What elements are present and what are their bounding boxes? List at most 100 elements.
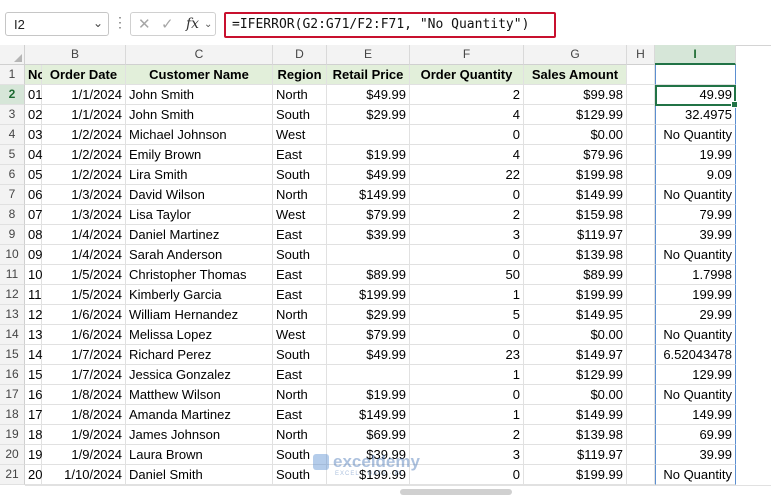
header-cell[interactable] — [627, 65, 655, 85]
cell-g[interactable]: $119.97 — [524, 225, 627, 245]
header-cell[interactable]: Order Quantity — [410, 65, 524, 85]
cell-g[interactable]: $149.99 — [524, 185, 627, 205]
cell-h[interactable] — [627, 125, 655, 145]
cell-b[interactable]: 1/3/2024 — [42, 205, 126, 225]
cell-b[interactable]: 1/8/2024 — [42, 405, 126, 425]
cell-a[interactable]: 08 — [25, 225, 42, 245]
row-header[interactable]: 19 — [0, 425, 25, 445]
cell-i[interactable]: 1.7998 — [655, 265, 736, 285]
cell-d[interactable]: South — [273, 345, 327, 365]
cell-f[interactable]: 22 — [410, 165, 524, 185]
more-options-icon[interactable]: ⋮ — [113, 14, 127, 31]
cell-f[interactable]: 23 — [410, 345, 524, 365]
cell-b[interactable]: 1/5/2024 — [42, 265, 126, 285]
check-icon[interactable]: ✓ — [161, 15, 174, 33]
cell-a[interactable]: 11 — [25, 285, 42, 305]
cell-e[interactable]: $29.99 — [327, 105, 410, 125]
cell-c[interactable]: Richard Perez — [126, 345, 273, 365]
cell-f[interactable]: 0 — [410, 465, 524, 485]
cell-d[interactable]: North — [273, 85, 327, 105]
cell-h[interactable] — [627, 145, 655, 165]
cell-b[interactable]: 1/4/2024 — [42, 245, 126, 265]
cell-c[interactable]: Kimberly Garcia — [126, 285, 273, 305]
scrollbar-thumb[interactable] — [400, 489, 512, 495]
header-cell[interactable]: Customer Name — [126, 65, 273, 85]
row-header[interactable]: 13 — [0, 305, 25, 325]
row-header[interactable]: 10 — [0, 245, 25, 265]
cell-f[interactable]: 0 — [410, 245, 524, 265]
cell-b[interactable]: 1/2/2024 — [42, 125, 126, 145]
cell-i[interactable]: No Quantity — [655, 245, 736, 265]
cell-c[interactable]: Michael Johnson — [126, 125, 273, 145]
cell-c[interactable]: Amanda Martinez — [126, 405, 273, 425]
cell-i[interactable]: 39.99 — [655, 225, 736, 245]
cell-h[interactable] — [627, 285, 655, 305]
column-header-c[interactable]: C — [126, 45, 273, 65]
cell-d[interactable]: East — [273, 405, 327, 425]
column-header-g[interactable]: G — [524, 45, 627, 65]
cell-f[interactable]: 0 — [410, 325, 524, 345]
cell-a[interactable]: 16 — [25, 385, 42, 405]
cell-g[interactable]: $0.00 — [524, 125, 627, 145]
cell-c[interactable]: Lira Smith — [126, 165, 273, 185]
cell-f[interactable]: 2 — [410, 205, 524, 225]
cell-h[interactable] — [627, 225, 655, 245]
name-box[interactable]: I2 ⌄ — [5, 12, 109, 36]
cell-e[interactable]: $39.99 — [327, 225, 410, 245]
cell-c[interactable]: Emily Brown — [126, 145, 273, 165]
cell-b[interactable]: 1/2/2024 — [42, 165, 126, 185]
header-cell[interactable]: Region — [273, 65, 327, 85]
cell-a[interactable]: 19 — [25, 445, 42, 465]
cell-i[interactable]: 149.99 — [655, 405, 736, 425]
cell-b[interactable]: 1/7/2024 — [42, 345, 126, 365]
row-header[interactable]: 8 — [0, 205, 25, 225]
cell-g[interactable]: $199.98 — [524, 165, 627, 185]
cell-a[interactable]: 17 — [25, 405, 42, 425]
cell-b[interactable]: 1/9/2024 — [42, 425, 126, 445]
cell-h[interactable] — [627, 165, 655, 185]
cell-e[interactable]: $49.99 — [327, 165, 410, 185]
cell-f[interactable]: 0 — [410, 125, 524, 145]
chevron-down-icon[interactable]: ⌄ — [204, 19, 212, 30]
cell-f[interactable]: 0 — [410, 385, 524, 405]
formula-input[interactable]: =IFERROR(G2:G71/F2:F71, "No Quantity") — [224, 12, 556, 38]
cell-i[interactable]: 6.52043478 — [655, 345, 736, 365]
cell-b[interactable]: 1/10/2024 — [42, 465, 126, 485]
cell-a[interactable]: 15 — [25, 365, 42, 385]
header-cell[interactable]: Sales Amount — [524, 65, 627, 85]
cell-a[interactable]: 02 — [25, 105, 42, 125]
row-header[interactable]: 11 — [0, 265, 25, 285]
cancel-icon[interactable]: ✕ — [138, 15, 151, 33]
cell-i[interactable]: No Quantity — [655, 385, 736, 405]
column-header-i[interactable]: I — [655, 45, 736, 65]
cell-e[interactable] — [327, 365, 410, 385]
cell-h[interactable] — [627, 105, 655, 125]
cell-a[interactable]: 14 — [25, 345, 42, 365]
cell-f[interactable]: 50 — [410, 265, 524, 285]
column-header-h[interactable]: H — [627, 45, 655, 65]
row-header[interactable]: 18 — [0, 405, 25, 425]
cell-a[interactable]: 06 — [25, 185, 42, 205]
cell-d[interactable]: West — [273, 125, 327, 145]
cell-h[interactable] — [627, 265, 655, 285]
cell-f[interactable]: 0 — [410, 185, 524, 205]
cell-f[interactable]: 2 — [410, 425, 524, 445]
cell-e[interactable]: $199.99 — [327, 285, 410, 305]
cell-i[interactable]: 19.99 — [655, 145, 736, 165]
cell-h[interactable] — [627, 185, 655, 205]
cell-d[interactable]: North — [273, 385, 327, 405]
cell-b[interactable]: 1/2/2024 — [42, 145, 126, 165]
cell-f[interactable]: 1 — [410, 365, 524, 385]
column-header-f[interactable]: F — [410, 45, 524, 65]
cell-b[interactable]: 1/6/2024 — [42, 325, 126, 345]
cell-d[interactable]: South — [273, 165, 327, 185]
cell-g[interactable]: $149.99 — [524, 405, 627, 425]
select-all-corner[interactable] — [0, 45, 25, 65]
cell-e[interactable]: $19.99 — [327, 385, 410, 405]
cell-d[interactable]: South — [273, 105, 327, 125]
row-header[interactable]: 7 — [0, 185, 25, 205]
row-header[interactable]: 4 — [0, 125, 25, 145]
cell-h[interactable] — [627, 85, 655, 105]
cell-i[interactable]: 29.99 — [655, 305, 736, 325]
cell-b[interactable]: 1/4/2024 — [42, 225, 126, 245]
